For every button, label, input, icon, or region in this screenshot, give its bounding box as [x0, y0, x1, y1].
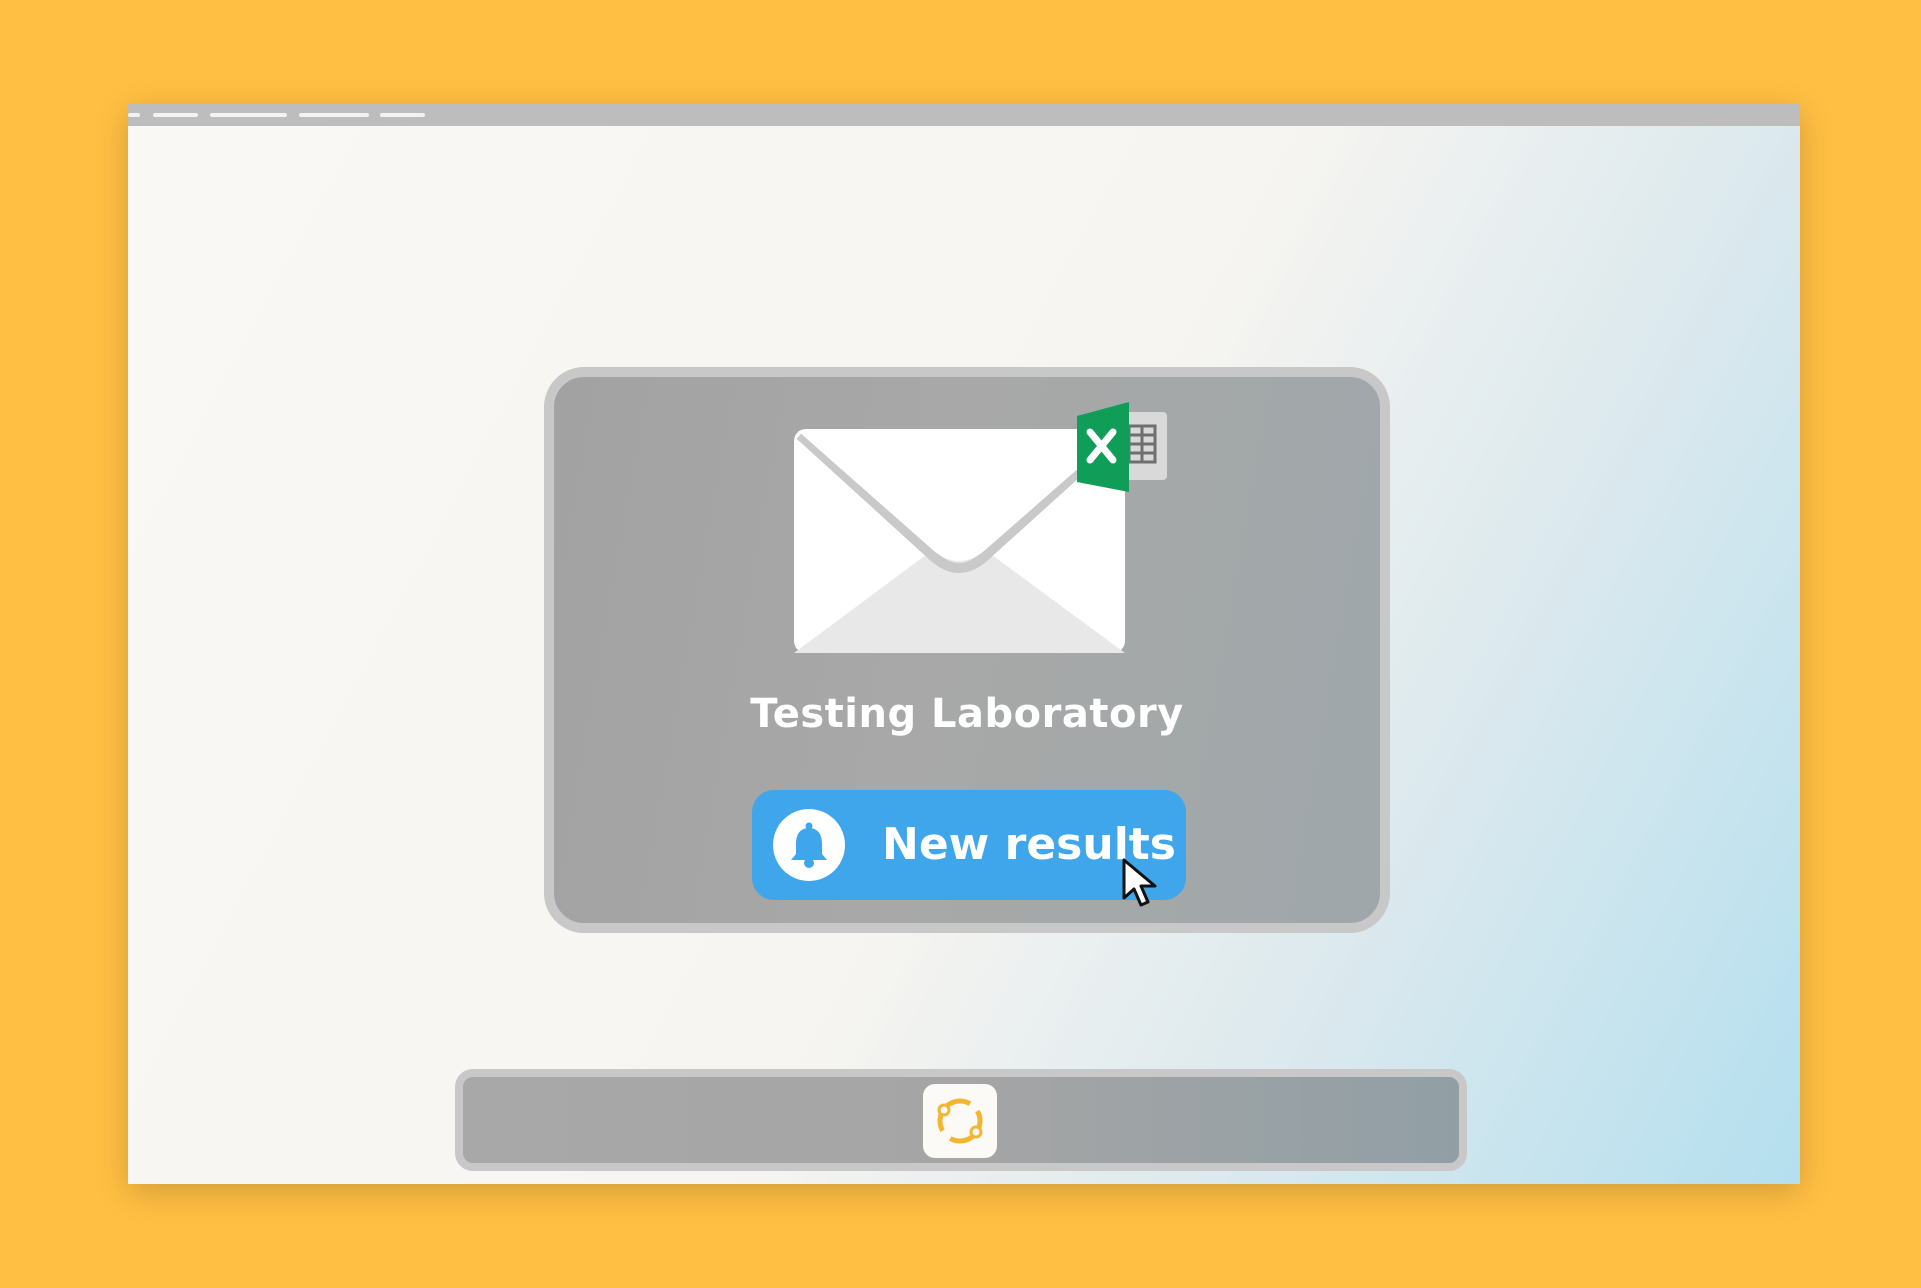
titlebar-dash	[153, 113, 198, 117]
sync-app-icon[interactable]	[923, 1084, 997, 1158]
titlebar-dash	[128, 113, 140, 117]
mouse-pointer-icon	[1122, 858, 1157, 907]
envelope-icon	[794, 429, 1125, 653]
titlebar-dash	[380, 113, 425, 117]
titlebar-dash	[210, 113, 287, 117]
titlebar-dash	[299, 113, 369, 117]
excel-icon	[1077, 402, 1167, 492]
bell-icon	[773, 809, 845, 881]
dock-bar	[455, 1069, 1467, 1171]
title-bar	[128, 104, 1800, 126]
app-window: Testing Laboratory New results	[128, 104, 1800, 1184]
notification-card: Testing Laboratory New results	[544, 367, 1390, 933]
notification-title: Testing Laboratory	[750, 691, 1184, 737]
